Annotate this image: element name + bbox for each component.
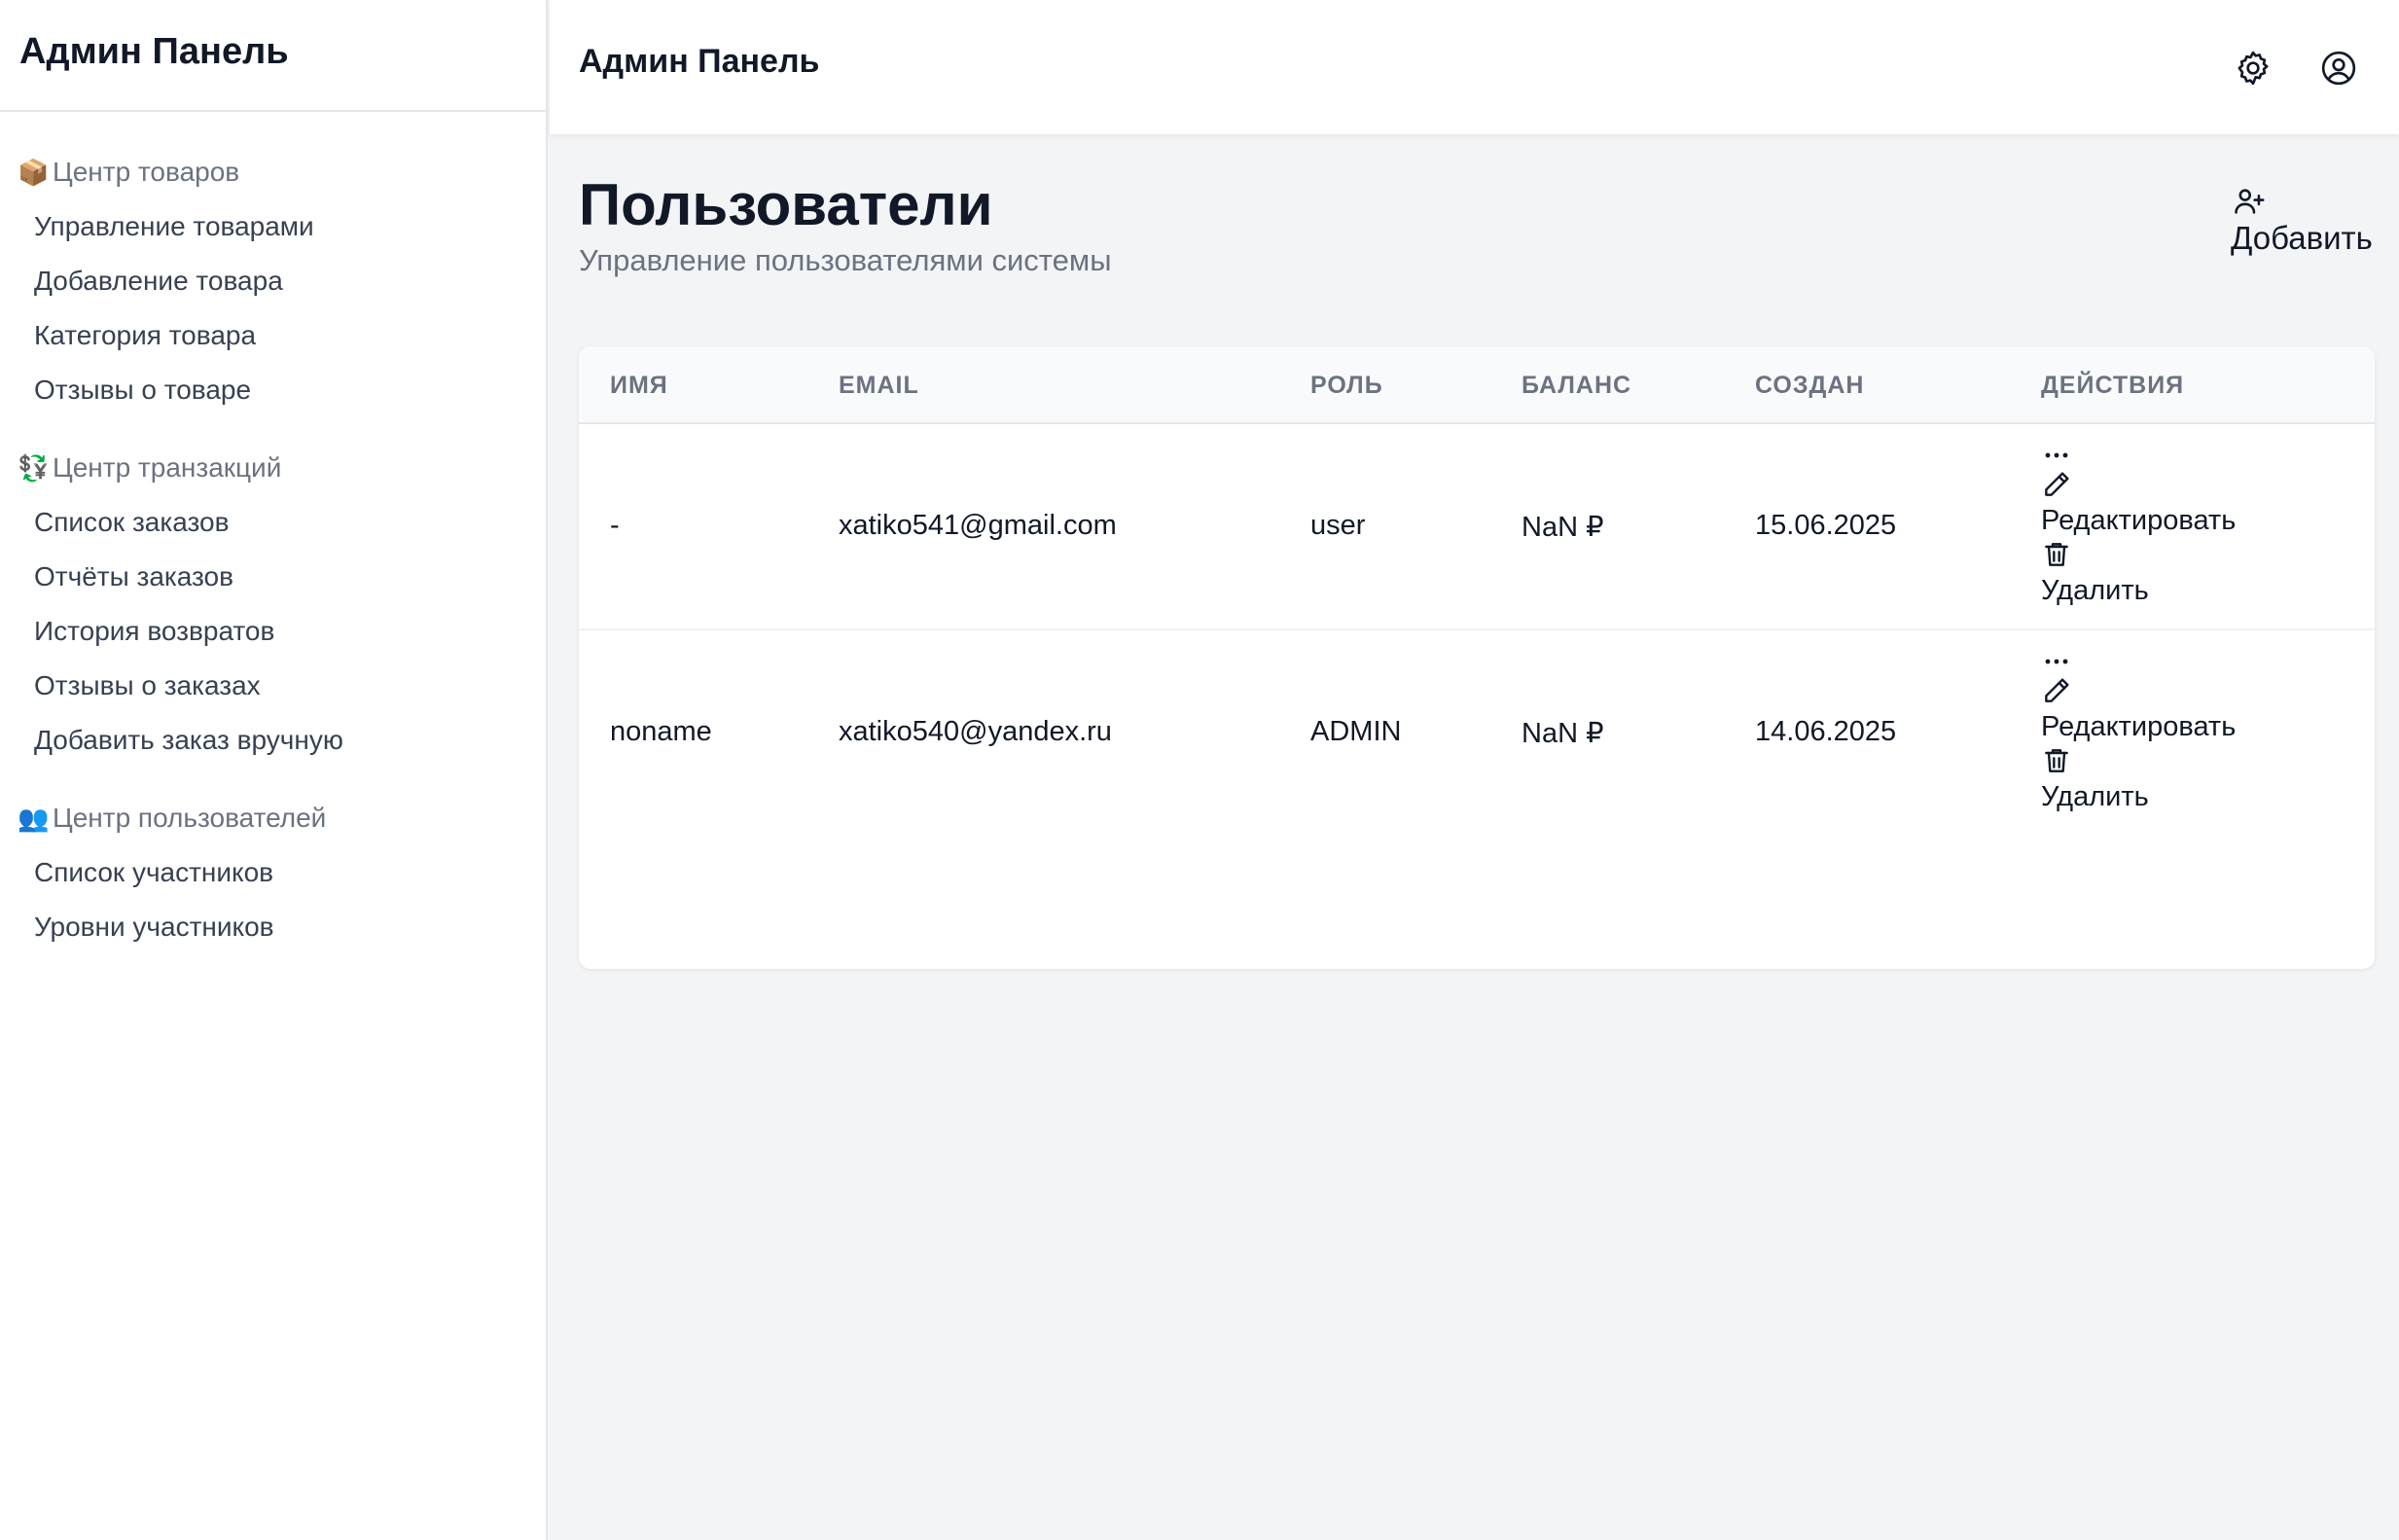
delete-label: Удалить [2041, 575, 2149, 606]
currency-exchange-icon: 💱 [18, 452, 50, 483]
edit-label: Редактировать [2041, 711, 2237, 742]
page-subtitle: Управление пользователями системы [579, 243, 1112, 277]
sidebar-item-return-history[interactable]: История возвратов [0, 604, 546, 659]
row-actions: Редактировать Удалить [2041, 442, 2236, 609]
sidebar-nav: 📦 Центр товаров Управление товарами Доба… [0, 112, 546, 954]
cell-balance: NaN ₽ [1522, 512, 1604, 543]
sidebar-item-product-management[interactable]: Управление товарами [0, 199, 546, 254]
delete-button[interactable]: Удалить [2041, 745, 2236, 815]
column-header-actions: ДЕЙСТВИЯ [2041, 372, 2185, 399]
sidebar-item-order-list[interactable]: Список заказов [0, 495, 546, 550]
add-button-label: Добавить [2231, 220, 2373, 256]
users-table: ИМЯ EMAIL РОЛЬ БАЛАНС СОЗДАН ДЕЙСТВИЯ - … [579, 346, 2375, 969]
edit-button[interactable]: Редактировать [2041, 675, 2236, 745]
row-actions: Редактировать Удалить [2041, 648, 2236, 815]
sidebar-item-member-list[interactable]: Список участников [0, 845, 546, 900]
nav-section-label: Центр транзакций [53, 452, 282, 483]
trash-icon [2041, 745, 2072, 778]
column-header-email: EMAIL [839, 372, 919, 399]
pencil-icon [2041, 675, 2072, 708]
column-header-role: РОЛЬ [1310, 372, 1383, 399]
package-icon: 📦 [18, 157, 50, 187]
nav-section-title: 👥 Центр пользователей [0, 791, 546, 845]
more-options-icon[interactable] [2041, 442, 2072, 469]
main-content: Пользователи Управление пользователями с… [550, 134, 2399, 1540]
nav-section-label: Центр пользователей [53, 803, 327, 833]
user-circle-icon[interactable] [2319, 49, 2358, 88]
nav-section-products: 📦 Центр товаров Управление товарами Доба… [0, 145, 546, 417]
cell-email: xatiko540@yandex.ru [839, 716, 1112, 747]
nav-section-title: 📦 Центр товаров [0, 145, 546, 199]
nav-section-title: 💱 Центр транзакций [0, 441, 546, 495]
sidebar-item-order-reports[interactable]: Отчёты заказов [0, 550, 546, 604]
column-header-name: ИМЯ [610, 372, 668, 399]
cell-balance: NaN ₽ [1522, 718, 1604, 749]
sidebar-item-add-product[interactable]: Добавление товара [0, 254, 546, 308]
sidebar-item-product-category[interactable]: Категория товара [0, 308, 546, 363]
table-row: noname xatiko540@yandex.ru ADMIN NaN ₽ 1… [579, 628, 2375, 833]
cell-created: 15.06.2025 [1755, 510, 1897, 541]
header-title: Админ Панель [579, 43, 820, 80]
sidebar: Админ Панель 📦 Центр товаров Управление … [0, 0, 548, 1540]
nav-section-transactions: 💱 Центр транзакций Список заказов Отчёты… [0, 441, 546, 768]
delete-button[interactable]: Удалить [2041, 539, 2236, 609]
more-options-icon[interactable] [2041, 648, 2072, 675]
page-title: Пользователи [579, 172, 993, 237]
pencil-icon [2041, 469, 2072, 502]
column-header-balance: БАЛАНС [1522, 372, 1632, 399]
users-icon: 👥 [18, 803, 50, 833]
sidebar-item-member-levels[interactable]: Уровни участников [0, 900, 546, 954]
table-header: ИМЯ EMAIL РОЛЬ БАЛАНС СОЗДАН ДЕЙСТВИЯ [579, 346, 2375, 424]
cell-name: noname [610, 716, 712, 747]
delete-label: Удалить [2041, 781, 2149, 812]
column-header-created: СОЗДАН [1755, 372, 1865, 399]
nav-section-users: 👥 Центр пользователей Список участников … [0, 791, 546, 954]
sidebar-item-add-order-manually[interactable]: Добавить заказ вручную [0, 713, 546, 768]
topbar: Админ Панель [550, 0, 2399, 134]
cell-role: user [1310, 510, 1366, 541]
edit-button[interactable]: Редактировать [2041, 469, 2236, 539]
trash-icon [2041, 539, 2072, 572]
sidebar-item-order-reviews[interactable]: Отзывы о заказах [0, 659, 546, 713]
cell-email: xatiko541@gmail.com [839, 510, 1117, 541]
cell-name: - [610, 510, 620, 541]
table-row: - xatiko541@gmail.com user NaN ₽ 15.06.2… [579, 424, 2375, 628]
sidebar-brand: Админ Панель [0, 0, 546, 112]
cell-role: ADMIN [1310, 716, 1402, 747]
edit-label: Редактировать [2041, 505, 2237, 536]
nav-section-label: Центр товаров [53, 157, 240, 187]
cell-created: 14.06.2025 [1755, 716, 1897, 747]
add-user-button[interactable]: Добавить [2231, 185, 2373, 257]
sidebar-item-product-reviews[interactable]: Отзывы о товаре [0, 363, 546, 417]
user-plus-icon [2233, 185, 2268, 220]
gear-icon[interactable] [2234, 49, 2273, 88]
